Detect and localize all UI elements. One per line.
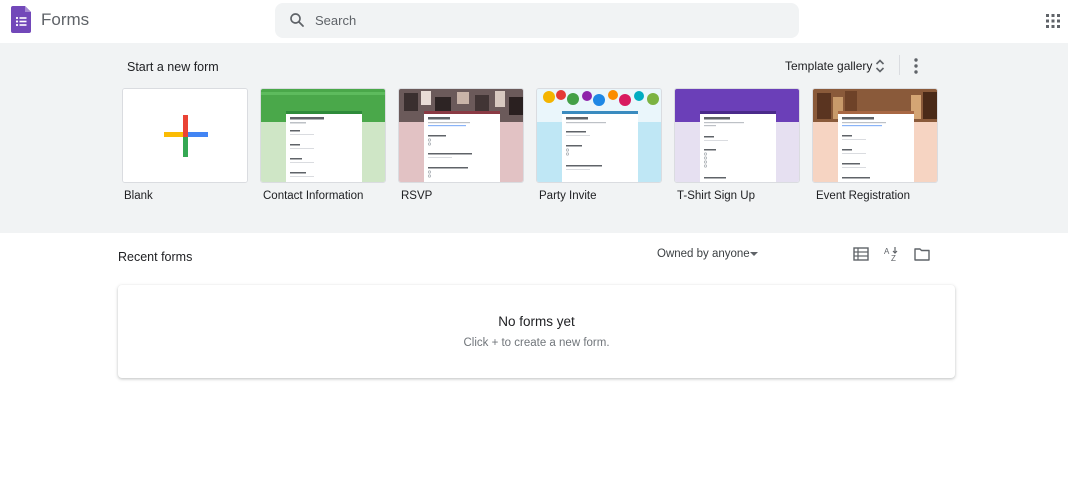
template-section: Start a new form Template gallery Blank bbox=[0, 43, 1068, 233]
list-view-icon[interactable] bbox=[852, 245, 870, 263]
template-label-rsvp[interactable]: RSVP bbox=[401, 190, 432, 202]
template-label-party-invite[interactable]: Party Invite bbox=[539, 190, 597, 202]
template-card-rsvp[interactable] bbox=[398, 88, 524, 183]
search-bar[interactable] bbox=[275, 3, 799, 38]
svg-text:Z: Z bbox=[891, 254, 896, 263]
sort-az-icon[interactable]: A Z bbox=[883, 245, 901, 263]
template-label-blank[interactable]: Blank bbox=[124, 190, 153, 202]
section-title: Start a new form bbox=[127, 60, 219, 74]
plus-icon bbox=[123, 89, 247, 182]
app-header: Forms bbox=[0, 0, 1068, 43]
template-card-party-invite[interactable] bbox=[536, 88, 662, 183]
template-card-blank[interactable] bbox=[122, 88, 248, 183]
template-label-contact-information[interactable]: Contact Information bbox=[263, 190, 363, 202]
empty-state-title: No forms yet bbox=[498, 314, 575, 329]
template-label-event-registration[interactable]: Event Registration bbox=[816, 190, 910, 202]
search-input[interactable] bbox=[315, 3, 775, 38]
template-thumbnail bbox=[537, 89, 661, 182]
template-thumbnail bbox=[399, 89, 523, 182]
search-icon[interactable] bbox=[288, 11, 306, 29]
more-options-icon[interactable] bbox=[905, 55, 927, 77]
dropdown-arrow-icon bbox=[750, 252, 758, 256]
template-card-event-registration[interactable] bbox=[812, 88, 938, 183]
template-thumbnail bbox=[813, 89, 937, 182]
app-title[interactable]: Forms bbox=[41, 10, 89, 30]
unfold-icon bbox=[875, 59, 885, 73]
template-card-contact-information[interactable] bbox=[260, 88, 386, 183]
empty-state-subtitle: Click + to create a new form. bbox=[463, 337, 610, 349]
owner-filter-dropdown[interactable]: Owned by anyone bbox=[651, 244, 763, 264]
svg-text:A: A bbox=[884, 247, 890, 256]
apps-grid-icon[interactable] bbox=[1045, 13, 1061, 29]
template-card-t-shirt-sign-up[interactable] bbox=[674, 88, 800, 183]
template-label-t-shirt-sign-up[interactable]: T-Shirt Sign Up bbox=[677, 190, 755, 202]
toolbar-divider bbox=[899, 55, 900, 75]
owner-filter-label: Owned by anyone bbox=[657, 248, 750, 260]
template-gallery-button[interactable]: Template gallery bbox=[778, 53, 892, 79]
template-thumbnail bbox=[261, 89, 385, 182]
forms-logo-icon[interactable] bbox=[11, 6, 31, 33]
folder-icon[interactable] bbox=[913, 245, 931, 263]
template-thumbnail bbox=[675, 89, 799, 182]
empty-state-card: No forms yet Click + to create a new for… bbox=[118, 285, 955, 378]
template-gallery-label: Template gallery bbox=[785, 59, 873, 73]
recent-forms-title: Recent forms bbox=[118, 250, 193, 264]
